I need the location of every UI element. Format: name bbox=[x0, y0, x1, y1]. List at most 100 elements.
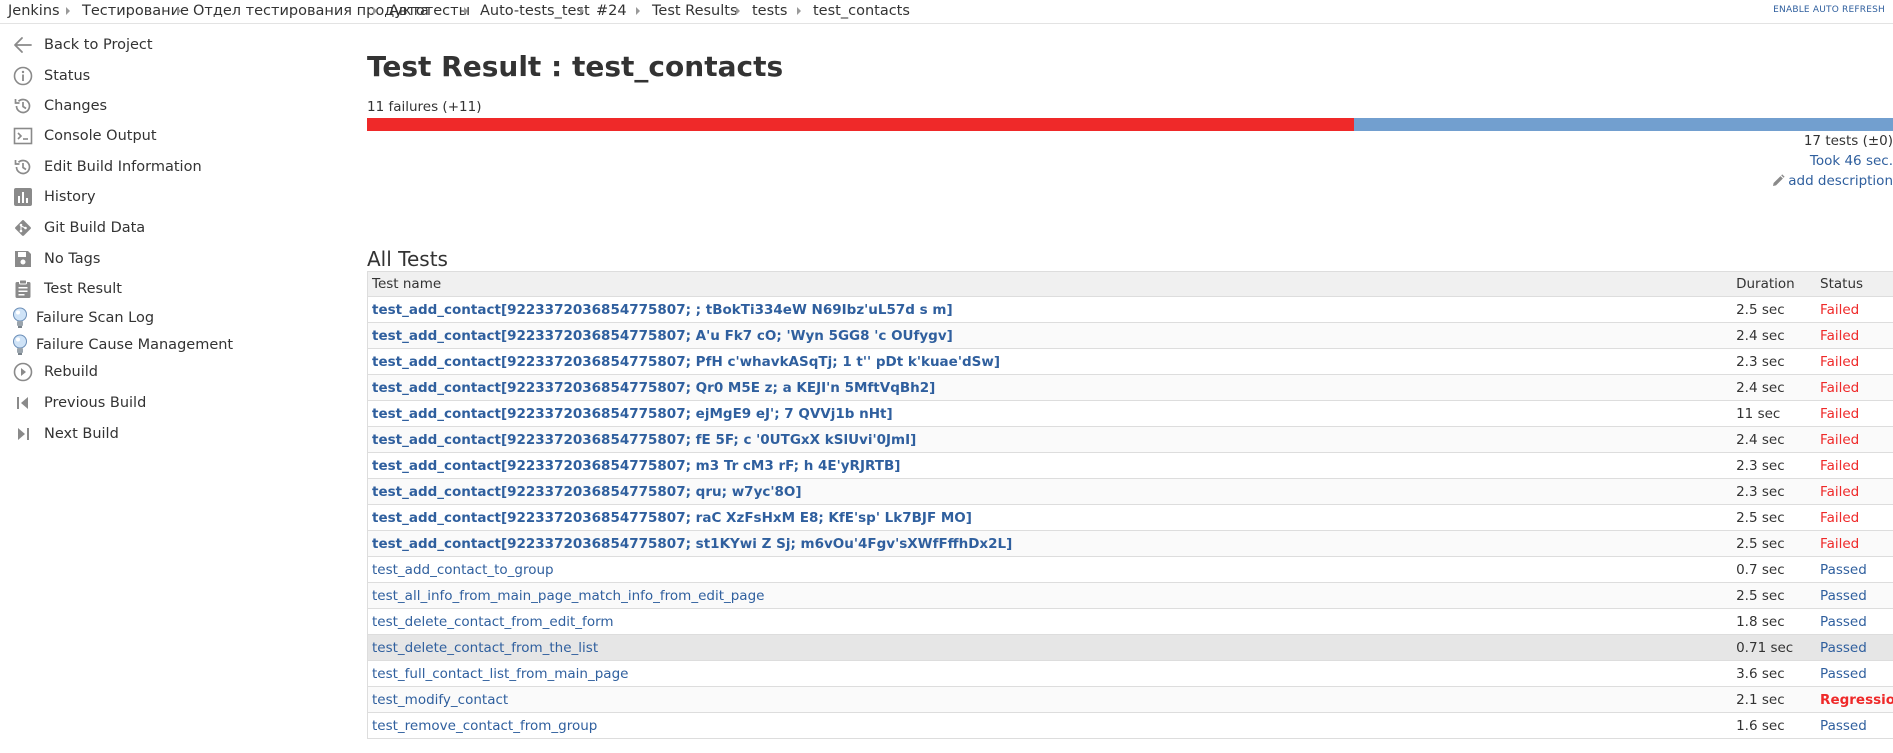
test-name-cell: test_add_contact[9223372036854775807; A'… bbox=[368, 328, 1732, 344]
breadcrumb-item-job[interactable]: Auto-tests_test bbox=[480, 2, 590, 20]
test-name-link[interactable]: test_remove_contact_from_group bbox=[372, 718, 597, 734]
test-duration-cell: 11 sec bbox=[1736, 405, 1781, 422]
took-duration-link[interactable]: Took 46 sec. bbox=[1810, 153, 1893, 169]
test-name-link[interactable]: test_delete_contact_from_edit_form bbox=[372, 614, 614, 630]
test-duration-cell: 1.6 sec bbox=[1736, 717, 1785, 734]
test-name-link[interactable]: test_add_contact[9223372036854775807; st… bbox=[372, 536, 1012, 552]
test-status-cell: Failed bbox=[1820, 431, 1860, 448]
lightbulb-icon bbox=[10, 305, 30, 331]
test-name-link[interactable]: test_add_contact[9223372036854775807; Qr… bbox=[372, 380, 935, 396]
sidebar-item-back-to-project[interactable]: Back to Project bbox=[10, 30, 153, 60]
test-duration-cell: 2.5 sec bbox=[1736, 587, 1785, 604]
test-name-link[interactable]: test_add_contact[9223372036854775807; ej… bbox=[372, 406, 893, 422]
sidebar-item-no-tags[interactable]: No Tags bbox=[10, 244, 100, 274]
test-name-link[interactable]: test_delete_contact_from_the_list bbox=[372, 640, 598, 656]
sidebar-item-previous-build[interactable]: Previous Build bbox=[10, 388, 146, 418]
test-name-cell: test_add_contact[9223372036854775807; qr… bbox=[368, 484, 1732, 500]
column-header-status[interactable]: Status bbox=[1816, 276, 1893, 292]
test-status-cell: Passed bbox=[1820, 613, 1867, 630]
test-status-cell: Failed bbox=[1820, 509, 1860, 526]
sidebar-item-failure-cause-management[interactable]: Failure Cause Management bbox=[10, 330, 233, 360]
test-name-cell: test_delete_contact_from_the_list bbox=[368, 640, 1732, 656]
test-duration-cell: 2.1 sec bbox=[1736, 691, 1785, 708]
git-icon bbox=[10, 215, 36, 241]
test-name-cell: test_full_contact_list_from_main_page bbox=[368, 666, 1732, 682]
history-icon bbox=[10, 93, 36, 119]
test-status-cell: Failed bbox=[1820, 301, 1860, 318]
breadcrumb-separator-icon bbox=[373, 7, 377, 15]
history-icon bbox=[10, 154, 36, 180]
test-name-cell: test_add_contact[9223372036854775807; fE… bbox=[368, 432, 1732, 448]
breadcrumb-item-test-results[interactable]: Test Results bbox=[652, 2, 738, 20]
breadcrumb-separator-icon bbox=[177, 7, 181, 15]
test-name-cell: test_add_contact[9223372036854775807; ej… bbox=[368, 406, 1732, 422]
test-name-link[interactable]: test_add_contact[9223372036854775807; ; … bbox=[372, 302, 953, 318]
column-header-duration[interactable]: Duration bbox=[1732, 276, 1816, 292]
breadcrumb-item-autotests[interactable]: Автотесты bbox=[389, 2, 470, 20]
breadcrumb-item-build[interactable]: #24 bbox=[596, 2, 627, 20]
table-row: test_add_contact[9223372036854775807; ; … bbox=[367, 297, 1893, 323]
test-status-cell: Failed bbox=[1820, 353, 1860, 370]
test-status-cell: Failed bbox=[1820, 457, 1860, 474]
bar-chart-icon bbox=[10, 184, 36, 210]
table-row: test_delete_contact_from_edit_form 1.8 se… bbox=[367, 609, 1893, 635]
table-row: test_add_contact[9223372036854775807; Qr… bbox=[367, 375, 1893, 401]
next-icon bbox=[10, 421, 36, 447]
sidebar-item-next-build[interactable]: Next Build bbox=[10, 419, 119, 449]
test-status-cell: Passed bbox=[1820, 561, 1867, 578]
table-row: test_add_contact[9223372036854775807; st… bbox=[367, 531, 1893, 557]
test-name-link[interactable]: test_all_info_from_main_page_match_info_… bbox=[372, 588, 764, 604]
test-status-cell: Failed bbox=[1820, 379, 1860, 396]
table-row: test_add_contact[9223372036854775807; A'… bbox=[367, 323, 1893, 349]
test-name-link[interactable]: test_modify_contact bbox=[372, 692, 508, 708]
test-name-link[interactable]: test_add_contact[9223372036854775807; ra… bbox=[372, 510, 972, 526]
previous-icon bbox=[10, 390, 36, 416]
failures-summary: 11 failures (+11) bbox=[367, 99, 482, 115]
sidebar-item-git-build-data[interactable]: Git Build Data bbox=[10, 213, 145, 243]
test-status-cell: Regression bbox=[1820, 691, 1893, 708]
breadcrumb-item-jenkins[interactable]: Jenkins bbox=[8, 2, 60, 20]
enable-auto-refresh-link[interactable]: ENABLE AUTO REFRESH bbox=[1773, 5, 1885, 15]
add-description-link[interactable]: add description bbox=[1771, 173, 1893, 189]
arrow-left-icon bbox=[10, 32, 36, 58]
sidebar-item-changes[interactable]: Changes bbox=[10, 91, 107, 121]
test-name-link[interactable]: test_full_contact_list_from_main_page bbox=[372, 666, 628, 682]
test-name-link[interactable]: test_add_contact[9223372036854775807; Pf… bbox=[372, 354, 1000, 370]
sidebar-item-status[interactable]: Status bbox=[10, 61, 90, 91]
test-status-cell: Passed bbox=[1820, 665, 1867, 682]
breadcrumb-separator-icon bbox=[464, 7, 468, 15]
test-duration-cell: 2.3 sec bbox=[1736, 457, 1785, 474]
table-row: test_add_contact[9223372036854775807; fE… bbox=[367, 427, 1893, 453]
sidebar-item-history[interactable]: History bbox=[10, 182, 96, 212]
pencil-icon bbox=[1771, 174, 1788, 188]
test-name-cell: test_add_contact[9223372036854775807; st… bbox=[368, 536, 1732, 552]
sidebar-item-failure-scan-log[interactable]: Failure Scan Log bbox=[10, 303, 154, 333]
test-status-cell: Failed bbox=[1820, 405, 1860, 422]
table-row: test_add_contact[9223372036854775807; ra… bbox=[367, 505, 1893, 531]
sidebar-item-rebuild[interactable]: Rebuild bbox=[10, 357, 98, 387]
table-row: test_all_info_from_main_page_match_info_… bbox=[367, 583, 1893, 609]
breadcrumb-item-tests[interactable]: tests bbox=[752, 2, 787, 20]
column-header-test-name[interactable]: Test name bbox=[368, 276, 1732, 292]
breadcrumb-item-testing[interactable]: Тестирование bbox=[82, 2, 189, 20]
test-name-cell: test_modify_contact bbox=[368, 692, 1732, 708]
save-icon bbox=[10, 246, 36, 272]
breadcrumb-separator-icon bbox=[636, 7, 640, 15]
sidebar-item-edit-build-information[interactable]: Edit Build Information bbox=[10, 152, 202, 182]
breadcrumb-item-test-contacts[interactable]: test_contacts bbox=[813, 2, 910, 20]
test-name-link[interactable]: test_add_contact_to_group bbox=[372, 562, 554, 578]
test-name-link[interactable]: test_add_contact[9223372036854775807; fE… bbox=[372, 432, 916, 448]
table-row: test_full_contact_list_from_main_page 3.6… bbox=[367, 661, 1893, 687]
main-content: Test Result : test_contacts 11 failures … bbox=[367, 24, 1893, 753]
sidebar-item-console-output[interactable]: Console Output bbox=[10, 121, 157, 151]
test-name-link[interactable]: test_add_contact[9223372036854775807; m3… bbox=[372, 458, 900, 474]
test-name-cell: test_all_info_from_main_page_match_info_… bbox=[368, 588, 1732, 604]
test-name-link[interactable]: test_add_contact[9223372036854775807; qr… bbox=[372, 484, 802, 500]
tests-table-body: test_add_contact[9223372036854775807; ; … bbox=[367, 297, 1893, 739]
sidebar-item-test-result[interactable]: Test Result bbox=[10, 274, 122, 304]
breadcrumb-separator-icon bbox=[66, 7, 70, 15]
test-duration-cell: 0.71 sec bbox=[1736, 639, 1794, 656]
test-name-cell: test_add_contact[9223372036854775807; Qr… bbox=[368, 380, 1732, 396]
test-name-link[interactable]: test_add_contact[9223372036854775807; A'… bbox=[372, 328, 953, 344]
test-duration-cell: 2.4 sec bbox=[1736, 327, 1785, 344]
